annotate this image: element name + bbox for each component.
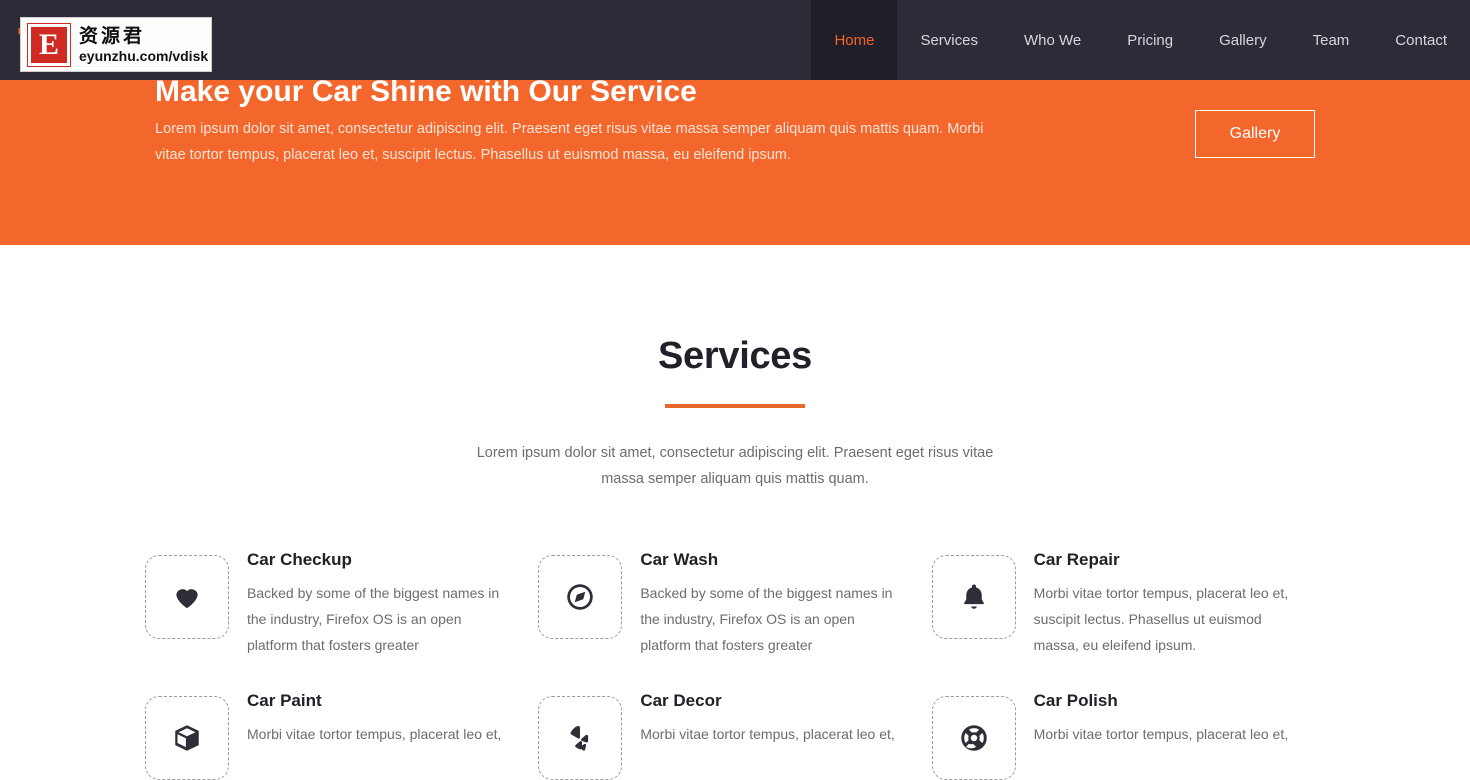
lifebuoy-icon [931,696,1016,780]
card-body: Car Decor Morbi vitae tortor tempus, pla… [640,688,894,747]
service-card-car-repair[interactable]: Car Repair Morbi vitae tortor tempus, pl… [931,547,1325,658]
services-grid: Car Checkup Backed by some of the bigges… [145,547,1325,780]
site-header: TOP CAR Home Services Who We Pricing Gal… [0,0,1470,80]
main-nav: Home Services Who We Pricing Gallery Tea… [811,0,1470,80]
watermark-text-group: 资源君 eyunzhu.com/vdisk [79,25,208,65]
bell-icon [931,555,1016,639]
page-title: Services [658,335,812,377]
heart-icon [145,555,229,639]
card-title: Car Decor [640,691,722,710]
card-text: Backed by some of the biggest names in t… [247,585,500,653]
card-text: Morbi vitae tortor tempus, placerat leo … [247,726,502,742]
nav-item-contact[interactable]: Contact [1372,0,1470,80]
watermark-url-text: eyunzhu.com/vdisk [79,47,209,64]
card-text: Morbi vitae tortor tempus, placerat leo … [1033,726,1289,742]
card-text: Morbi vitae tortor tempus, placerat leo … [640,726,895,742]
service-card-car-polish[interactable]: Car Polish Morbi vitae tortor tempus, pl… [931,688,1325,780]
card-text: Morbi vitae tortor tempus, placerat leo … [1033,585,1289,653]
card-body: Car Paint Morbi vitae tortor tempus, pla… [247,688,501,747]
card-title: Car Polish [1033,691,1118,710]
nav-item-pricing[interactable]: Pricing [1104,0,1196,80]
services-subtitle: Lorem ipsum dolor sit amet, consectetur … [476,445,994,487]
nav-item-team[interactable]: Team [1290,0,1373,80]
nav-item-services[interactable]: Services [897,0,1001,80]
watermark-chinese-text: 资源君 [79,24,146,47]
card-body: Car Wash Backed by some of the biggest n… [640,547,901,658]
services-header: Services Lorem ipsum dolor sit amet, con… [0,335,1470,492]
hero-description: Lorem ipsum dolor sit amet, consectetur … [155,121,984,163]
watermark-logo-icon: E [28,23,70,66]
hero-inner: Make your Car Shine with Our Service Lor… [155,75,1315,245]
service-card-car-paint[interactable]: Car Paint Morbi vitae tortor tempus, pla… [145,688,538,780]
hero-section: Make your Car Shine with Our Service Lor… [0,75,1470,245]
card-body: Car Checkup Backed by some of the bigges… [247,547,508,658]
section-divider [665,404,805,408]
service-card-car-decor[interactable]: Car Decor Morbi vitae tortor tempus, pla… [538,688,931,780]
compass-icon [538,555,623,639]
services-section: Services Lorem ipsum dolor sit amet, con… [0,245,1470,780]
card-title: Car Repair [1033,550,1120,569]
cube-icon [145,696,229,780]
card-body: Car Repair Morbi vitae tortor tempus, pl… [1034,547,1295,658]
gallery-button[interactable]: Gallery [1195,110,1315,158]
card-body: Car Polish Morbi vitae tortor tempus, pl… [1034,688,1288,747]
card-title: Car Paint [247,691,322,710]
burst-icon [538,696,623,780]
nav-item-who-we[interactable]: Who We [1001,0,1104,80]
card-title: Car Checkup [247,550,352,569]
service-card-car-wash[interactable]: Car Wash Backed by some of the biggest n… [538,547,931,658]
service-card-car-checkup[interactable]: Car Checkup Backed by some of the bigges… [145,547,538,658]
nav-item-gallery[interactable]: Gallery [1196,0,1290,80]
card-text: Backed by some of the biggest names in t… [640,585,893,653]
nav-item-home[interactable]: Home [811,0,898,80]
watermark-overlay: E 资源君 eyunzhu.com/vdisk [20,17,212,72]
card-title: Car Wash [640,550,719,569]
